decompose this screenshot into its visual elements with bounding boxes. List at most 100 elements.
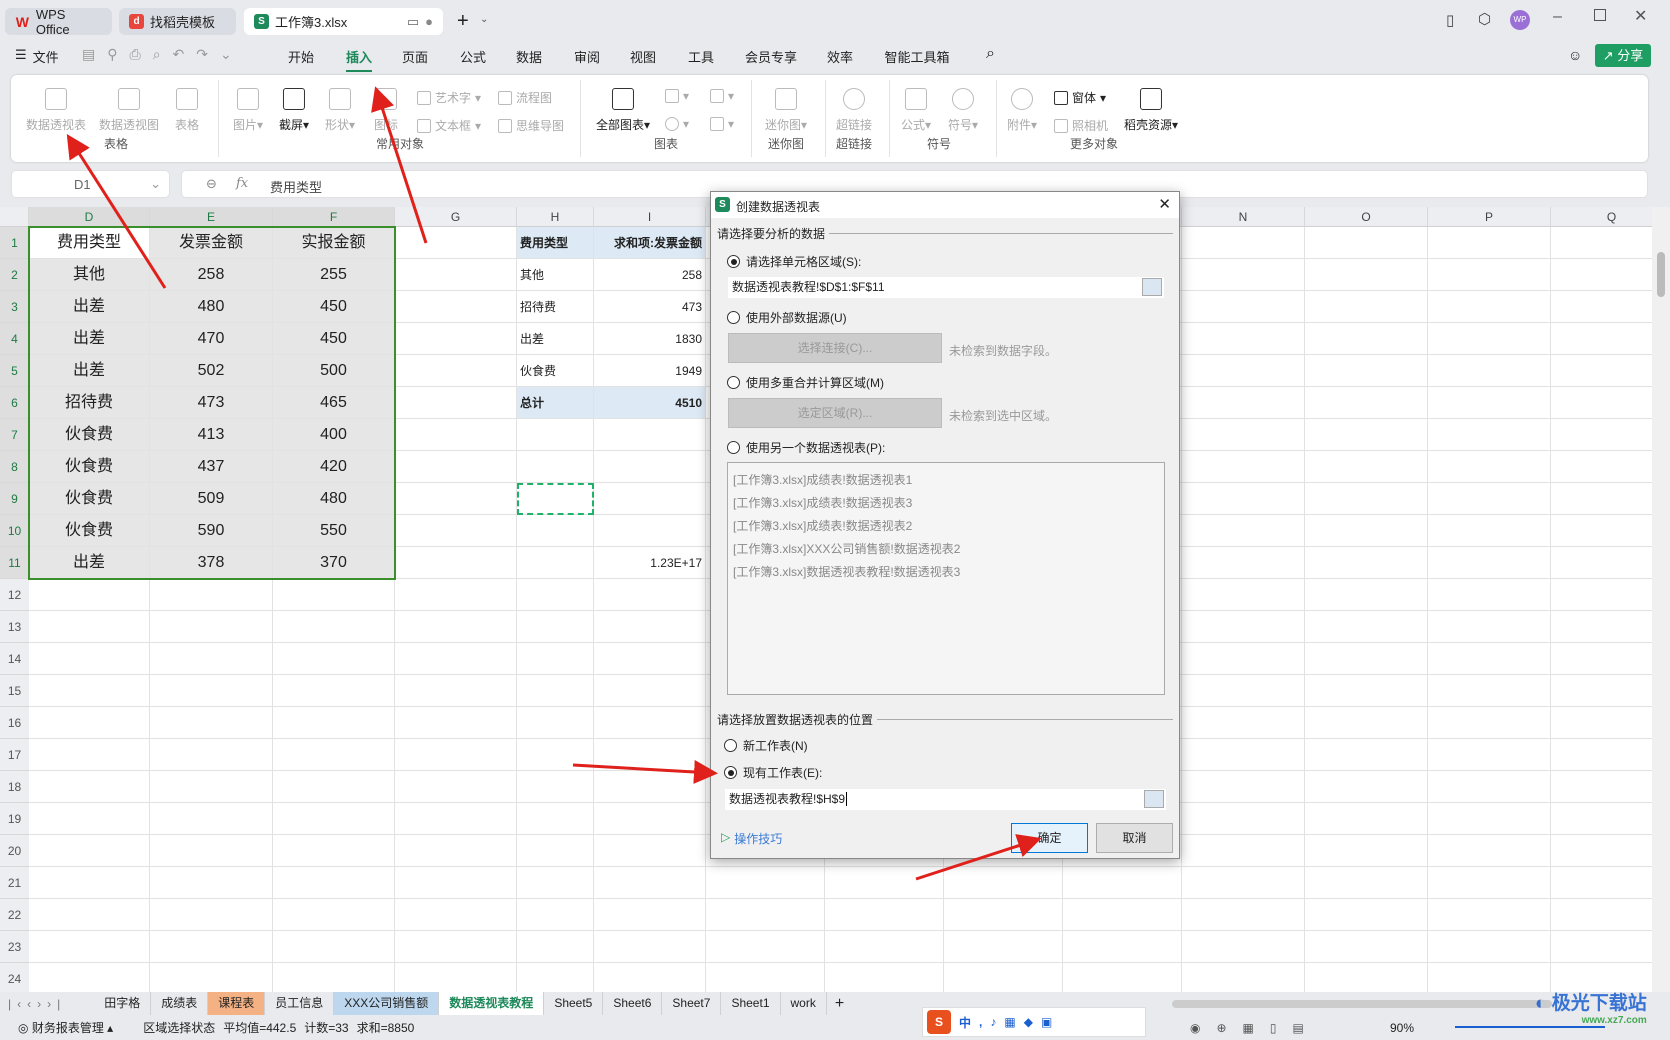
cell-E24[interactable]	[150, 963, 273, 992]
cell-O4[interactable]	[1305, 323, 1428, 355]
cell-F18[interactable]	[273, 771, 395, 803]
cell-H14[interactable]	[517, 643, 594, 675]
column-chart-button[interactable]: ▾	[665, 89, 689, 103]
cell-G22[interactable]	[395, 899, 517, 931]
menu-tab[interactable]: 会员专享	[745, 47, 797, 66]
cell-E18[interactable]	[150, 771, 273, 803]
cell-P13[interactable]	[1428, 611, 1551, 643]
cell-O13[interactable]	[1305, 611, 1428, 643]
cell-P23[interactable]	[1428, 931, 1551, 963]
row-header[interactable]: 17	[0, 739, 29, 771]
row-header[interactable]: 2	[0, 259, 29, 291]
maximize-button[interactable]	[1594, 9, 1606, 21]
flowchart-button[interactable]: 流程图	[498, 89, 552, 106]
cell-Q8[interactable]	[1551, 451, 1652, 483]
choose-connection-button[interactable]: 选择连接(C)...	[728, 333, 942, 363]
vertical-scrollbar[interactable]	[1652, 207, 1670, 992]
cell-D20[interactable]	[29, 835, 150, 867]
cell-I16[interactable]	[594, 707, 706, 739]
cell-I3[interactable]: 473	[594, 291, 706, 323]
cell-N5[interactable]	[1182, 355, 1305, 387]
avatar[interactable]: WP	[1510, 10, 1530, 30]
cell-G8[interactable]	[395, 451, 517, 483]
cell-G10[interactable]	[395, 515, 517, 547]
cell-F21[interactable]	[273, 867, 395, 899]
cell-N18[interactable]	[1182, 771, 1305, 803]
cell-F20[interactable]	[273, 835, 395, 867]
layout-icon[interactable]: ▯	[1446, 11, 1454, 29]
cell-Q14[interactable]	[1551, 643, 1652, 675]
cell-I24[interactable]	[594, 963, 706, 992]
column-header[interactable]: G	[395, 207, 517, 227]
cell-L21[interactable]	[944, 867, 1063, 899]
preview-icon[interactable]: ⌕	[153, 46, 161, 63]
cell-Q15[interactable]	[1551, 675, 1652, 707]
menu-tab[interactable]: 公式	[460, 47, 486, 66]
page-view-icon[interactable]: ▯	[1270, 1021, 1277, 1035]
cell-O7[interactable]	[1305, 419, 1428, 451]
cell-Q6[interactable]	[1551, 387, 1652, 419]
cell-Q10[interactable]	[1551, 515, 1652, 547]
cell-Q3[interactable]	[1551, 291, 1652, 323]
tab-wps-office[interactable]: W WPS Office	[5, 7, 112, 37]
select-range-button[interactable]: 选定区域(R)...	[728, 398, 942, 428]
pivot-chart-button[interactable]: 数据透视图	[99, 88, 159, 133]
row-header[interactable]: 3	[0, 291, 29, 323]
formula-button[interactable]: 公式▾	[901, 88, 931, 133]
more-chevron-icon[interactable]: ⌄	[220, 46, 232, 63]
cell-O9[interactable]	[1305, 483, 1428, 515]
cell-P4[interactable]	[1428, 323, 1551, 355]
symbol-button[interactable]: 符号▾	[948, 88, 978, 133]
row-header[interactable]: 6	[0, 387, 29, 419]
hyperlink-button[interactable]: 超链接	[836, 88, 872, 133]
cell-N16[interactable]	[1182, 707, 1305, 739]
cell-O24[interactable]	[1305, 963, 1428, 992]
cell-H21[interactable]	[517, 867, 594, 899]
pivot-table-list[interactable]: [工作簿3.xlsx]成绩表!数据透视表1 [工作簿3.xlsx]成绩表!数据透视…	[727, 462, 1165, 695]
cell-M24[interactable]	[1063, 963, 1182, 992]
close-button[interactable]: ✕	[1634, 6, 1647, 26]
cell-P10[interactable]	[1428, 515, 1551, 547]
cell-D24[interactable]	[29, 963, 150, 992]
eye-icon[interactable]: ◉	[1190, 1021, 1200, 1035]
cell-D14[interactable]	[29, 643, 150, 675]
workbook-manager[interactable]: ◎ 财务报表管理 ▴	[18, 1019, 113, 1036]
cell-Q2[interactable]	[1551, 259, 1652, 291]
cell-G7[interactable]	[395, 419, 517, 451]
row-header[interactable]: 12	[0, 579, 29, 611]
cell-H22[interactable]	[517, 899, 594, 931]
cell-I11[interactable]: 1.23E+17	[594, 547, 706, 579]
cell-I7[interactable]	[594, 419, 706, 451]
cell-H15[interactable]	[517, 675, 594, 707]
cell-I10[interactable]	[594, 515, 706, 547]
print-icon[interactable]: ⎙	[130, 46, 141, 63]
cell-P2[interactable]	[1428, 259, 1551, 291]
sheet-tab[interactable]: 田字格	[94, 992, 152, 1015]
cell-O23[interactable]	[1305, 931, 1428, 963]
row-header[interactable]: 22	[0, 899, 29, 931]
cell-D16[interactable]	[29, 707, 150, 739]
cell-K23[interactable]	[825, 931, 944, 963]
crosshair-icon[interactable]: ⊕	[1216, 1021, 1226, 1035]
pivot-list-item[interactable]: [工作簿3.xlsx]数据透视表教程!数据透视表3	[728, 560, 1164, 583]
cell-G12[interactable]	[395, 579, 517, 611]
pivot-table-button[interactable]: 数据透视表	[26, 88, 86, 133]
cell-D19[interactable]	[29, 803, 150, 835]
sheet-tab[interactable]: XXX公司销售额	[334, 992, 440, 1015]
cell-N15[interactable]	[1182, 675, 1305, 707]
row-header[interactable]: 20	[0, 835, 29, 867]
cell-P14[interactable]	[1428, 643, 1551, 675]
cell-N10[interactable]	[1182, 515, 1305, 547]
row-header[interactable]: 24	[0, 963, 29, 992]
cell-I8[interactable]	[594, 451, 706, 483]
cell-Q11[interactable]	[1551, 547, 1652, 579]
cell-Q19[interactable]	[1551, 803, 1652, 835]
pie-chart-button[interactable]: ▾	[665, 117, 689, 131]
cell-H11[interactable]	[517, 547, 594, 579]
cell-G5[interactable]	[395, 355, 517, 387]
cell-P16[interactable]	[1428, 707, 1551, 739]
cell-I14[interactable]	[594, 643, 706, 675]
cell-I23[interactable]	[594, 931, 706, 963]
mindmap-button[interactable]: 思维导图	[498, 117, 564, 134]
cell-I19[interactable]	[594, 803, 706, 835]
